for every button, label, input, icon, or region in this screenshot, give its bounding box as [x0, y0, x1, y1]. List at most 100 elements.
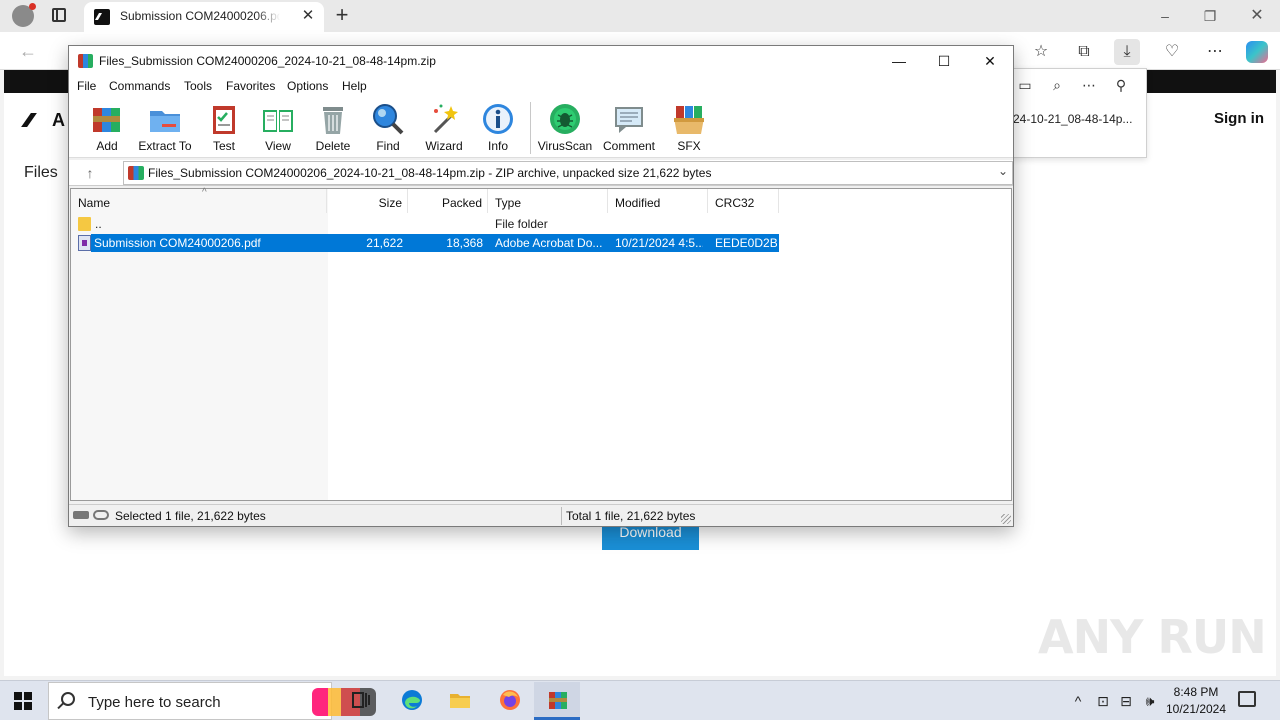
- tray-volume-icon[interactable]: 🕪: [1141, 692, 1159, 710]
- profile-avatar-icon[interactable]: [12, 3, 36, 27]
- watermark-text: ANY RUN: [1038, 610, 1267, 664]
- search-placeholder: Type here to search: [88, 694, 221, 711]
- logo-mark-icon: [21, 113, 51, 127]
- taskbar-winrar[interactable]: [534, 682, 580, 720]
- table-row-parent[interactable]: .. File folder: [71, 215, 779, 233]
- chevron-down-icon[interactable]: ⌄: [998, 164, 1008, 178]
- cell-name: ..: [95, 217, 102, 231]
- search-downloads-icon[interactable]: ⌕: [1047, 75, 1067, 95]
- pin-icon[interactable]: ⚲: [1111, 75, 1131, 95]
- browser-tab[interactable]: Submission COM24000206.pdf - Files ✕: [84, 2, 324, 32]
- notification-center-icon[interactable]: [1238, 691, 1256, 707]
- delete-button[interactable]: Delete: [303, 102, 363, 156]
- browser-minimize-button[interactable]: –: [1155, 6, 1175, 26]
- taskbar-search-box[interactable]: Type here to search: [48, 682, 376, 720]
- browser-close-button[interactable]: ✕: [1247, 6, 1267, 26]
- sfx-button[interactable]: SFX: [659, 102, 719, 156]
- resize-grip-icon[interactable]: [1001, 514, 1011, 524]
- key-icon[interactable]: [93, 510, 109, 520]
- winrar-menubar: File Commands Tools Favorites Options He…: [69, 76, 1013, 98]
- site-logo[interactable]: A: [21, 110, 65, 131]
- settings-more-icon[interactable]: ⋯: [1202, 39, 1228, 65]
- drive-icon[interactable]: [73, 511, 89, 519]
- extract-to-button[interactable]: Extract To: [135, 102, 195, 156]
- pdf-file-icon: [78, 235, 91, 251]
- clock-date[interactable]: 10/21/2024: [1162, 702, 1230, 716]
- extract-to-label: Extract To: [138, 139, 192, 153]
- back-arrow-icon[interactable]: ←: [16, 40, 40, 64]
- winrar-minimize-button[interactable]: —: [876, 48, 922, 74]
- comment-button[interactable]: Comment: [599, 102, 659, 156]
- clock-time[interactable]: 8:48 PM: [1166, 685, 1226, 699]
- column-header-type[interactable]: Type: [489, 189, 608, 213]
- files-heading: Files: [24, 164, 58, 181]
- folder-icon: [78, 217, 91, 231]
- wizard-button[interactable]: Wizard: [414, 102, 474, 156]
- add-button[interactable]: Add: [77, 102, 137, 156]
- download-item-filename[interactable]: 24-10-21_08-48-14p...: [1013, 112, 1132, 126]
- menu-tools[interactable]: Tools: [184, 79, 212, 93]
- taskbar-firefox[interactable]: [486, 682, 532, 720]
- comment-label: Comment: [602, 139, 655, 153]
- info-icon: [481, 102, 515, 136]
- winrar-close-button[interactable]: ✕: [967, 48, 1013, 74]
- cell-crc32: EEDE0D2B: [715, 236, 777, 250]
- taskbar-edge-app[interactable]: [388, 682, 434, 720]
- browser-restore-button[interactable]: ❐: [1200, 6, 1220, 26]
- firefox-icon: [500, 690, 520, 710]
- copilot-icon[interactable]: [1246, 41, 1268, 63]
- file-explorer-icon: [450, 694, 470, 708]
- wizard-label: Wizard: [425, 139, 463, 153]
- menu-file[interactable]: File: [77, 79, 96, 93]
- tab-actions-icon[interactable]: [52, 8, 66, 22]
- tray-overflow-chevron-icon[interactable]: ^: [1069, 692, 1087, 710]
- downloads-panel: ▭ ⌕ ⋯ ⚲ 24-10-21_08-48-14p...: [1010, 68, 1147, 158]
- info-button[interactable]: Info: [468, 102, 528, 156]
- column-header-crc32[interactable]: CRC32: [709, 189, 779, 213]
- search-icon: [61, 692, 75, 706]
- menu-commands[interactable]: Commands: [109, 79, 170, 93]
- sfx-box-icon: [672, 102, 706, 136]
- column-header-size[interactable]: Size: [329, 189, 408, 213]
- status-selected: Selected 1 file, 21,622 bytes: [115, 509, 266, 523]
- new-tab-button[interactable]: +: [330, 3, 354, 27]
- extract-folder-icon: [148, 102, 182, 136]
- delete-trash-icon: [316, 102, 350, 136]
- column-name-label: Name: [78, 196, 111, 210]
- edge-browser-icon: [402, 690, 422, 710]
- tray-device-icon[interactable]: ⊡: [1094, 692, 1112, 710]
- task-view-button[interactable]: [337, 682, 383, 720]
- windows-start-icon[interactable]: [14, 692, 32, 710]
- virusscan-button[interactable]: VirusScan: [535, 102, 595, 156]
- browser-essentials-icon[interactable]: ♡: [1159, 39, 1185, 65]
- tab-title: Submission COM24000206.pdf - Files: [120, 9, 280, 23]
- add-archive-icon: [90, 102, 124, 136]
- column-header-modified[interactable]: Modified: [609, 189, 708, 213]
- sign-in-link[interactable]: Sign in: [1214, 110, 1264, 127]
- menu-favorites[interactable]: Favorites: [226, 79, 275, 93]
- winrar-maximize-button[interactable]: ☐: [921, 48, 967, 74]
- favorites-star-icon[interactable]: ☆: [1028, 39, 1054, 65]
- menu-options[interactable]: Options: [287, 79, 328, 93]
- downloads-icon[interactable]: ⤓: [1114, 39, 1140, 65]
- tab-close-icon[interactable]: ✕: [298, 6, 318, 26]
- winrar-titlebar[interactable]: Files_Submission COM24000206_2024-10-21_…: [69, 46, 1013, 76]
- collections-icon[interactable]: ⧉: [1071, 39, 1097, 65]
- archive-path-combobox[interactable]: Files_Submission COM24000206_2024-10-21_…: [123, 161, 1013, 185]
- winrar-path-bar: ↑ Files_Submission COM24000206_2024-10-2…: [69, 160, 1013, 186]
- test-button[interactable]: Test: [194, 102, 254, 156]
- menu-help[interactable]: Help: [342, 79, 367, 93]
- taskbar-file-explorer[interactable]: [436, 682, 482, 720]
- find-button[interactable]: Find: [358, 102, 418, 156]
- site-favicon-icon: [94, 9, 110, 25]
- up-folder-arrow-icon[interactable]: ↑: [81, 164, 99, 182]
- winrar-app-icon: [78, 54, 93, 68]
- view-button[interactable]: View: [248, 102, 308, 156]
- table-row-selected[interactable]: Submission COM24000206.pdf 21,622 18,368…: [91, 234, 779, 252]
- column-header-packed[interactable]: Packed: [409, 189, 488, 213]
- column-header-name[interactable]: Name ^: [78, 187, 327, 213]
- more-options-icon[interactable]: ⋯: [1079, 75, 1099, 95]
- archive-icon: [128, 166, 144, 180]
- open-folder-icon[interactable]: ▭: [1015, 75, 1035, 95]
- tray-network-icon[interactable]: ⊟: [1117, 692, 1135, 710]
